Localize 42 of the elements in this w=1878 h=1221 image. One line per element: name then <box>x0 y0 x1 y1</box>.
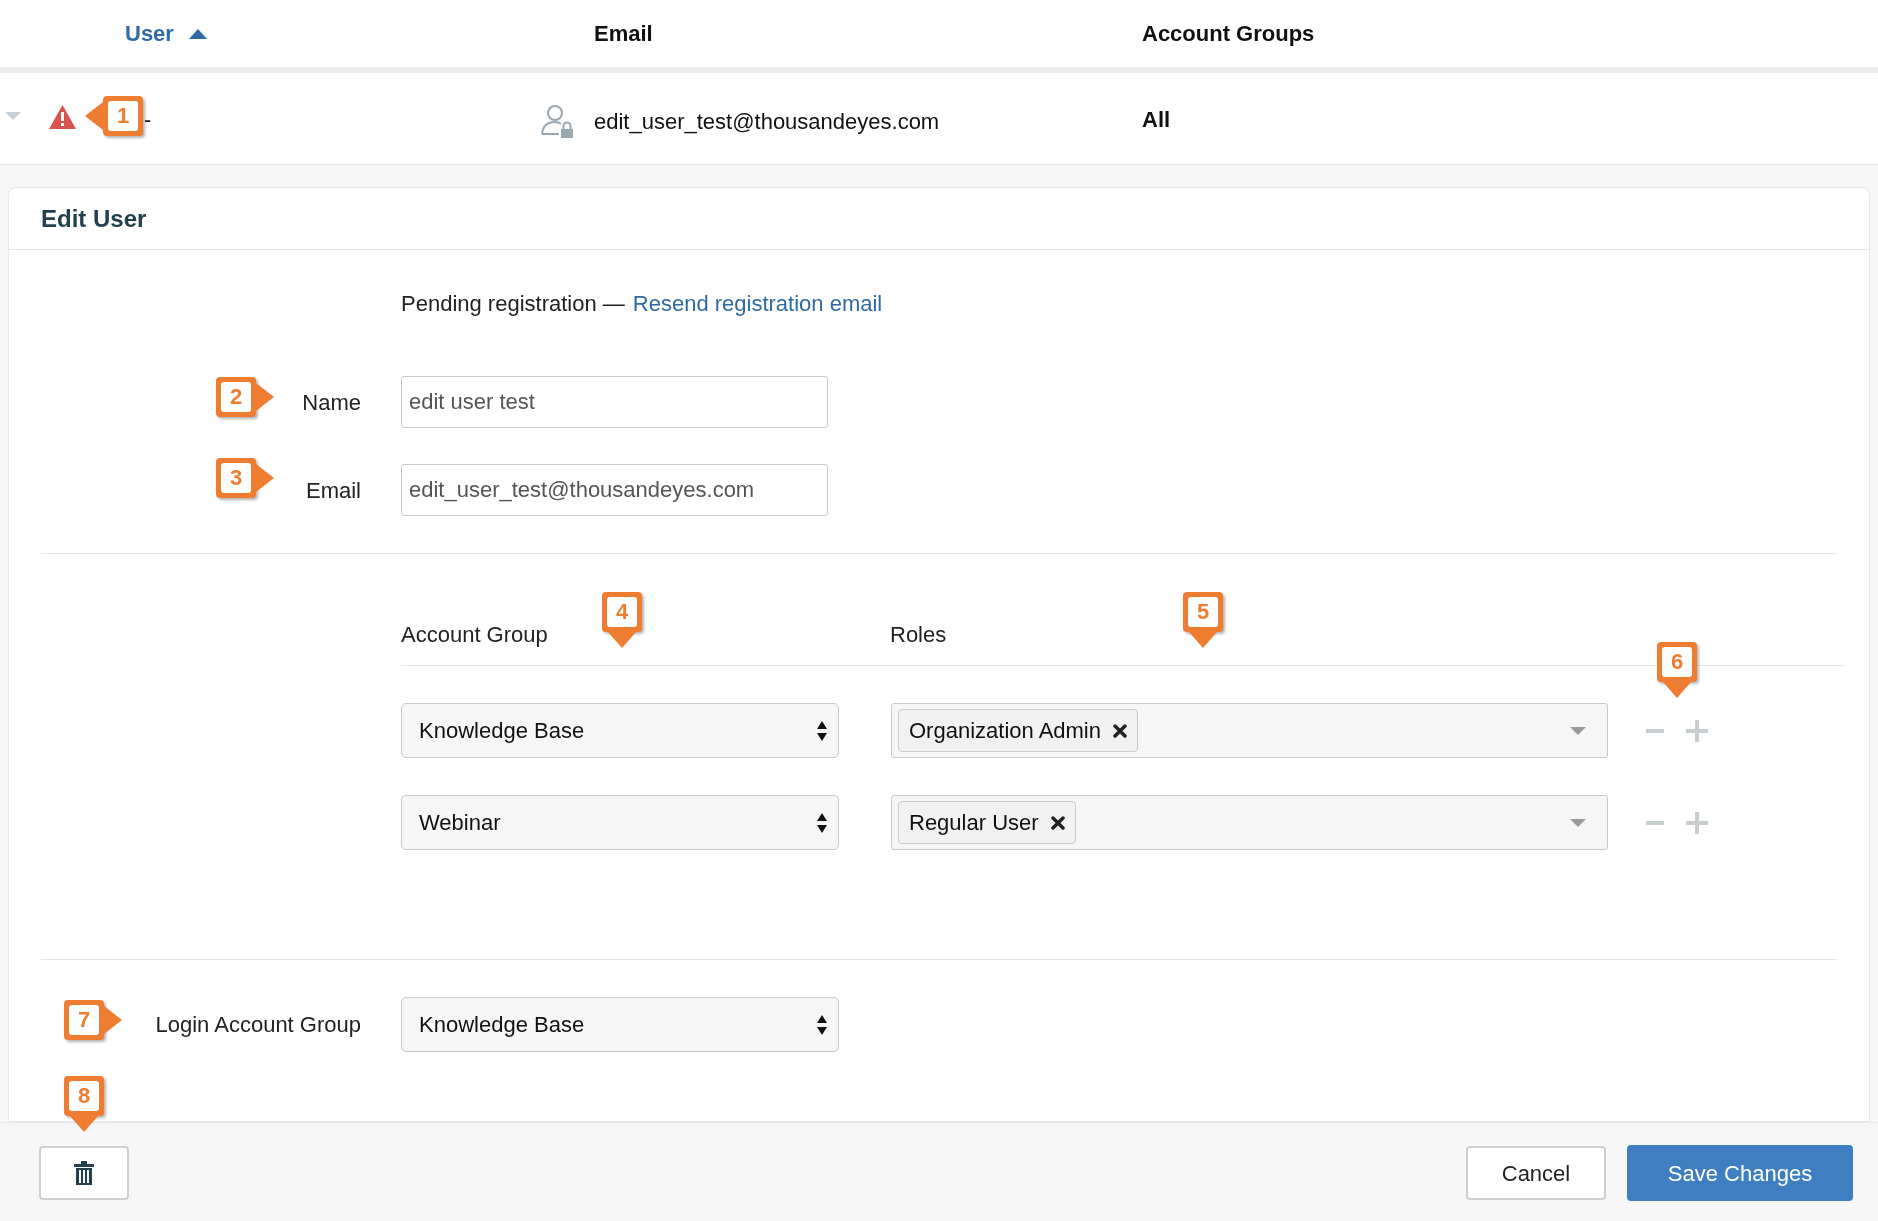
minus-icon[interactable] <box>1646 728 1664 733</box>
panel-title: Edit User <box>41 203 147 234</box>
up-down-arrows-icon <box>816 719 828 742</box>
column-heading: Account Group <box>401 621 549 649</box>
delete-button[interactable] <box>39 1146 129 1200</box>
save-changes-button[interactable]: Save Changes <box>1627 1145 1853 1201</box>
text-field[interactable]: edit user test <box>401 376 828 428</box>
plus-icon[interactable] <box>1686 719 1708 742</box>
trash-icon <box>73 1161 95 1185</box>
warning-icon <box>48 104 77 130</box>
select-field[interactable]: Knowledge Base <box>401 997 839 1052</box>
select-field[interactable]: Knowledge Base <box>401 703 839 758</box>
resend-email-link[interactable]: Resend registration email <box>632 287 883 320</box>
user-name: - <box>144 106 152 134</box>
user-lock-icon <box>540 103 576 139</box>
roles-field[interactable]: Regular User <box>891 795 1608 850</box>
minus-icon[interactable] <box>1646 820 1664 825</box>
dropdown-caret-icon <box>1569 725 1587 736</box>
role-tag: Regular User <box>898 801 1076 844</box>
account-groups-value: All <box>1142 106 1171 134</box>
up-down-arrows-icon <box>816 811 828 834</box>
dropdown-caret-icon <box>1569 817 1587 828</box>
select-field[interactable]: Webinar <box>401 795 839 850</box>
plus-icon[interactable] <box>1686 811 1708 834</box>
registration-status: Pending registration — <box>401 290 625 318</box>
sort-up-icon <box>187 27 208 40</box>
roles-field[interactable]: Organization Admin <box>891 703 1608 758</box>
user-email: edit_user_test@thousandeyes.com <box>594 107 940 136</box>
role-tag: Organization Admin <box>898 709 1138 752</box>
column-header[interactable]: Account Groups <box>1142 17 1315 50</box>
field-label: Login Account Group <box>155 1011 361 1039</box>
up-down-arrows-icon <box>816 1013 828 1036</box>
column-heading: Roles <box>890 621 947 649</box>
cancel-button[interactable]: Cancel <box>1466 1146 1606 1200</box>
column-header[interactable]: Email <box>594 17 653 50</box>
field-label: Email <box>306 476 361 505</box>
field-label: Name <box>302 388 361 417</box>
text-field[interactable]: edit_user_test@thousandeyes.com <box>401 464 828 516</box>
column-header[interactable]: User <box>125 17 174 50</box>
remove-icon[interactable] <box>1050 815 1065 830</box>
remove-icon[interactable] <box>1113 723 1127 738</box>
caret-down-icon[interactable] <box>4 111 22 121</box>
